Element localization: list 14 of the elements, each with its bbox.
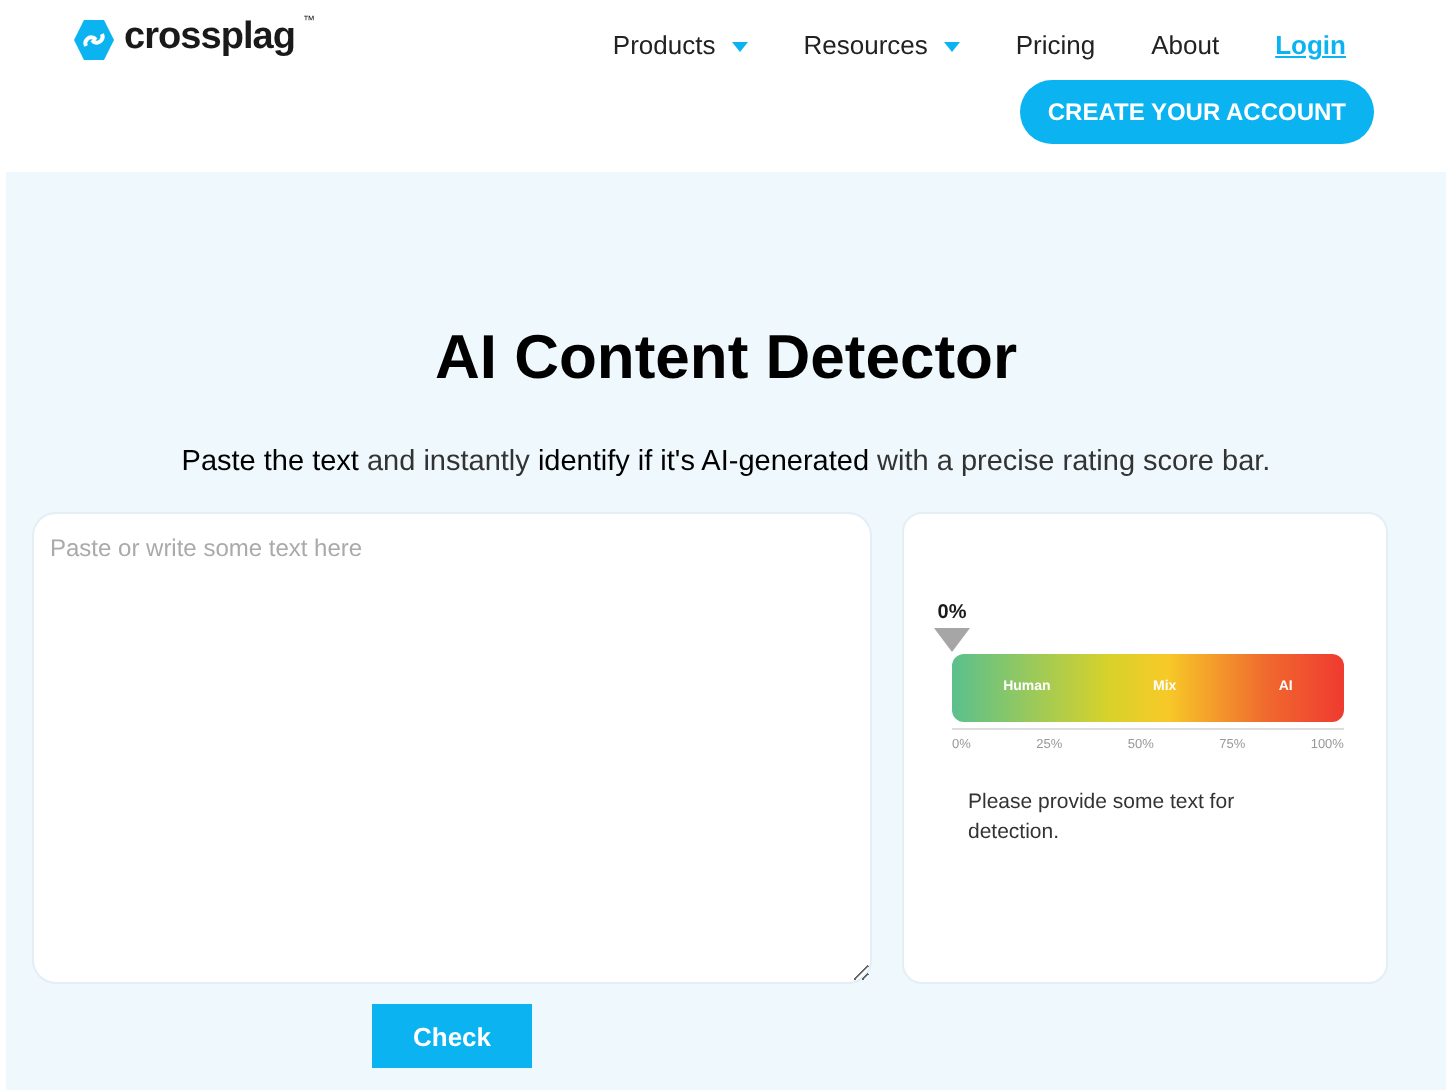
logo-icon xyxy=(72,18,116,62)
subtitle-text: Paste the text and instantly identify if it's AI-generated with a precise rating score bar. xyxy=(181,443,1271,481)
caret-icon xyxy=(731,41,748,51)
text-input-field[interactable]: Paste or write some text here xyxy=(32,512,872,985)
caret-icon xyxy=(943,41,960,51)
pointer-icon xyxy=(934,628,970,653)
nav-dropdown[interactable]: Products xyxy=(612,26,748,66)
page-title: AI Content Detector xyxy=(434,320,1018,396)
nav-dropdown[interactable]: Resources xyxy=(803,26,960,66)
nav-link[interactable]: About xyxy=(1151,26,1220,66)
result-message: Please provide some text for detection. xyxy=(968,788,1237,848)
nav-link[interactable]: Pricing xyxy=(1015,26,1096,66)
logo-text[interactable]: crossplag xyxy=(124,16,295,60)
score-value: 0% xyxy=(937,602,967,627)
